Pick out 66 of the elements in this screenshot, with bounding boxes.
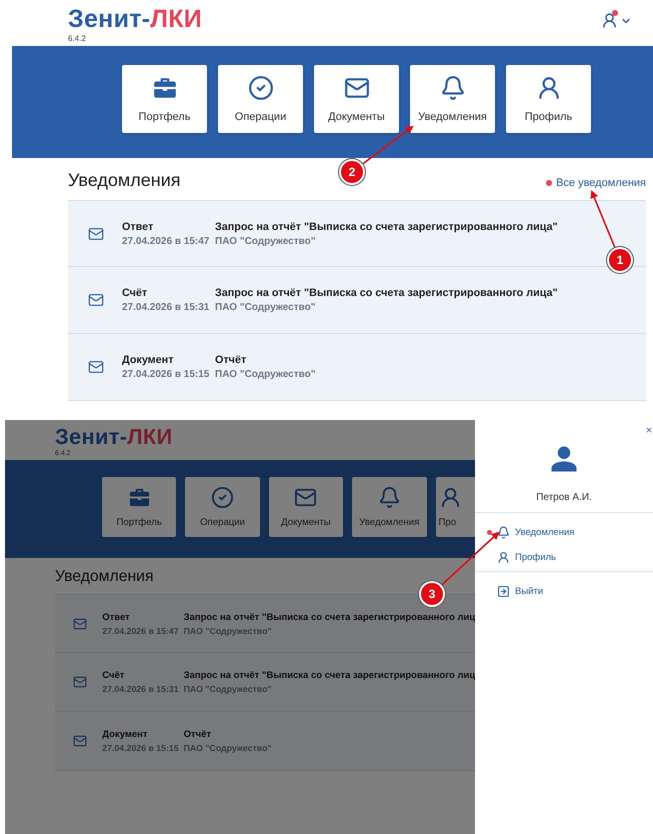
nav-tile[interactable]: Уведомления (410, 65, 495, 133)
notification-sender: ПАО "Содружество" (215, 369, 316, 380)
notification-sender: ПАО "Содружество" (215, 236, 316, 246)
notification-sender: ПАО "Содружество" (184, 684, 272, 694)
nav-tile[interactable]: Документы (314, 65, 399, 133)
envelope-icon (72, 734, 86, 748)
drawer-menu-item[interactable]: Выйти (475, 579, 653, 604)
notification-date: 27.04.2026 в 15:15 (122, 369, 210, 380)
notification-date: 27.04.2026 в 15:15 (102, 743, 179, 753)
notification-row[interactable]: Счёт 27.04.2026 в 15:31 Запрос на отчёт "Выписка со счета зарегистрированного лиц ПАО "Содружество" (55, 653, 475, 712)
logo[interactable]: Зенит-ЛКИ (68, 7, 202, 32)
notification-date: 27.04.2026 в 15:47 (122, 236, 210, 246)
notification-row[interactable]: Документ 27.04.2026 в 15:15 Отчёт ПАО "Содружество" (68, 334, 646, 401)
notification-type: Документ (102, 729, 148, 740)
drawer-menu-item[interactable]: Профиль (475, 545, 653, 570)
notification-subject: Отчёт (215, 354, 246, 366)
notification-date: 27.04.2026 в 15:31 (122, 302, 210, 313)
nav-tile[interactable]: Про (436, 477, 475, 537)
check-circle-icon (248, 75, 274, 101)
nav-tile[interactable]: Операции (218, 65, 303, 133)
bell-icon (497, 526, 510, 539)
envelope-icon (88, 292, 104, 308)
section-title: Уведомления (68, 170, 181, 191)
close-icon[interactable] (645, 426, 653, 434)
nav-tile[interactable]: Уведомления (352, 477, 426, 537)
notification-sender: ПАО "Содружество" (184, 626, 272, 636)
notification-type: Счёт (102, 670, 124, 681)
section-title: Уведомления (55, 568, 154, 586)
nav-tile[interactable]: Портфель (122, 65, 207, 133)
envelope-icon (72, 616, 86, 630)
drawer-menu-item[interactable]: Уведомления (475, 520, 653, 545)
notification-row[interactable]: Счёт 27.04.2026 в 15:31 Запрос на отчёт "Выписка со счета зарегистрированного лица" ПАО "Содружество" (68, 267, 646, 334)
user-name: Петров А.И. (536, 492, 592, 505)
avatar-icon (549, 444, 579, 474)
notification-row[interactable]: Документ 27.04.2026 в 15:15 Отчёт ПАО "Содружество" (55, 712, 475, 771)
notification-subject: Запрос на отчёт "Выписка со счета зарегистрированного лица" (215, 220, 558, 232)
notification-date: 27.04.2026 в 15:31 (102, 684, 179, 694)
envelope-icon (88, 359, 104, 375)
notification-type: Ответ (122, 220, 154, 232)
notification-subject: Запрос на отчёт "Выписка со счета зарегистрированного лица" (215, 287, 558, 299)
notification-date: 27.04.2026 в 15:47 (102, 626, 179, 636)
notification-type: Документ (122, 354, 174, 366)
callout-badge: 2 (339, 159, 365, 185)
user-icon (497, 551, 510, 564)
callout-badge: 3 (419, 581, 445, 607)
notification-subject: Отчёт (184, 729, 212, 740)
notification-subject: Запрос на отчёт "Выписка со счета зарегистрированного лиц (184, 670, 475, 681)
notification-sender: ПАО "Содружество" (215, 302, 316, 313)
envelope-icon (72, 675, 86, 689)
notification-subject: Запрос на отчёт "Выписка со счета зарегистрированного лиц (184, 612, 475, 622)
exit-icon (497, 585, 510, 598)
bell-icon (378, 486, 401, 509)
bell-icon (440, 75, 466, 101)
check-circle-icon (211, 486, 234, 509)
logo[interactable]: Зенит-ЛКИ (55, 426, 173, 448)
version-label: 6.4.2 (68, 34, 86, 43)
notification-type: Ответ (102, 612, 130, 622)
user-icon (601, 12, 618, 29)
nav-tile[interactable]: Операции (185, 477, 260, 537)
user-menu-button[interactable] (601, 12, 632, 29)
notification-type: Счёт (122, 287, 148, 299)
nav-tile[interactable]: Документы (268, 477, 344, 537)
nav-tile[interactable]: Портфель (102, 477, 176, 537)
nav-tile[interactable]: Профиль (506, 65, 591, 133)
notification-sender: ПАО "Содружество" (184, 743, 272, 753)
envelope-icon (88, 226, 104, 242)
